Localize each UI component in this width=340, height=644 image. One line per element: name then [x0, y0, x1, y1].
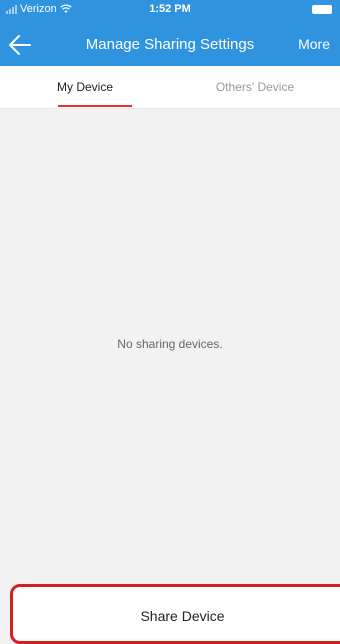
- status-bar: Verizon 1:52 PM: [0, 0, 340, 20]
- battery-icon: [312, 5, 332, 14]
- tab-my-device[interactable]: My Device: [0, 66, 170, 108]
- nav-bar: Manage Sharing Settings More: [0, 24, 340, 66]
- more-button[interactable]: More: [298, 36, 330, 52]
- status-time: 1:52 PM: [149, 3, 191, 15]
- tab-others-device[interactable]: Others' Device: [170, 66, 340, 108]
- device-tabs: My Device Others' Device: [0, 66, 340, 109]
- share-device-highlight: Share Device: [10, 584, 340, 644]
- share-device-button[interactable]: Share Device: [13, 608, 340, 624]
- app-header: Verizon 1:52 PM Manage Sharing Settings …: [0, 0, 340, 66]
- page-title: Manage Sharing Settings: [85, 36, 255, 53]
- active-tab-indicator: [58, 105, 132, 107]
- empty-state-message: No sharing devices.: [117, 337, 223, 351]
